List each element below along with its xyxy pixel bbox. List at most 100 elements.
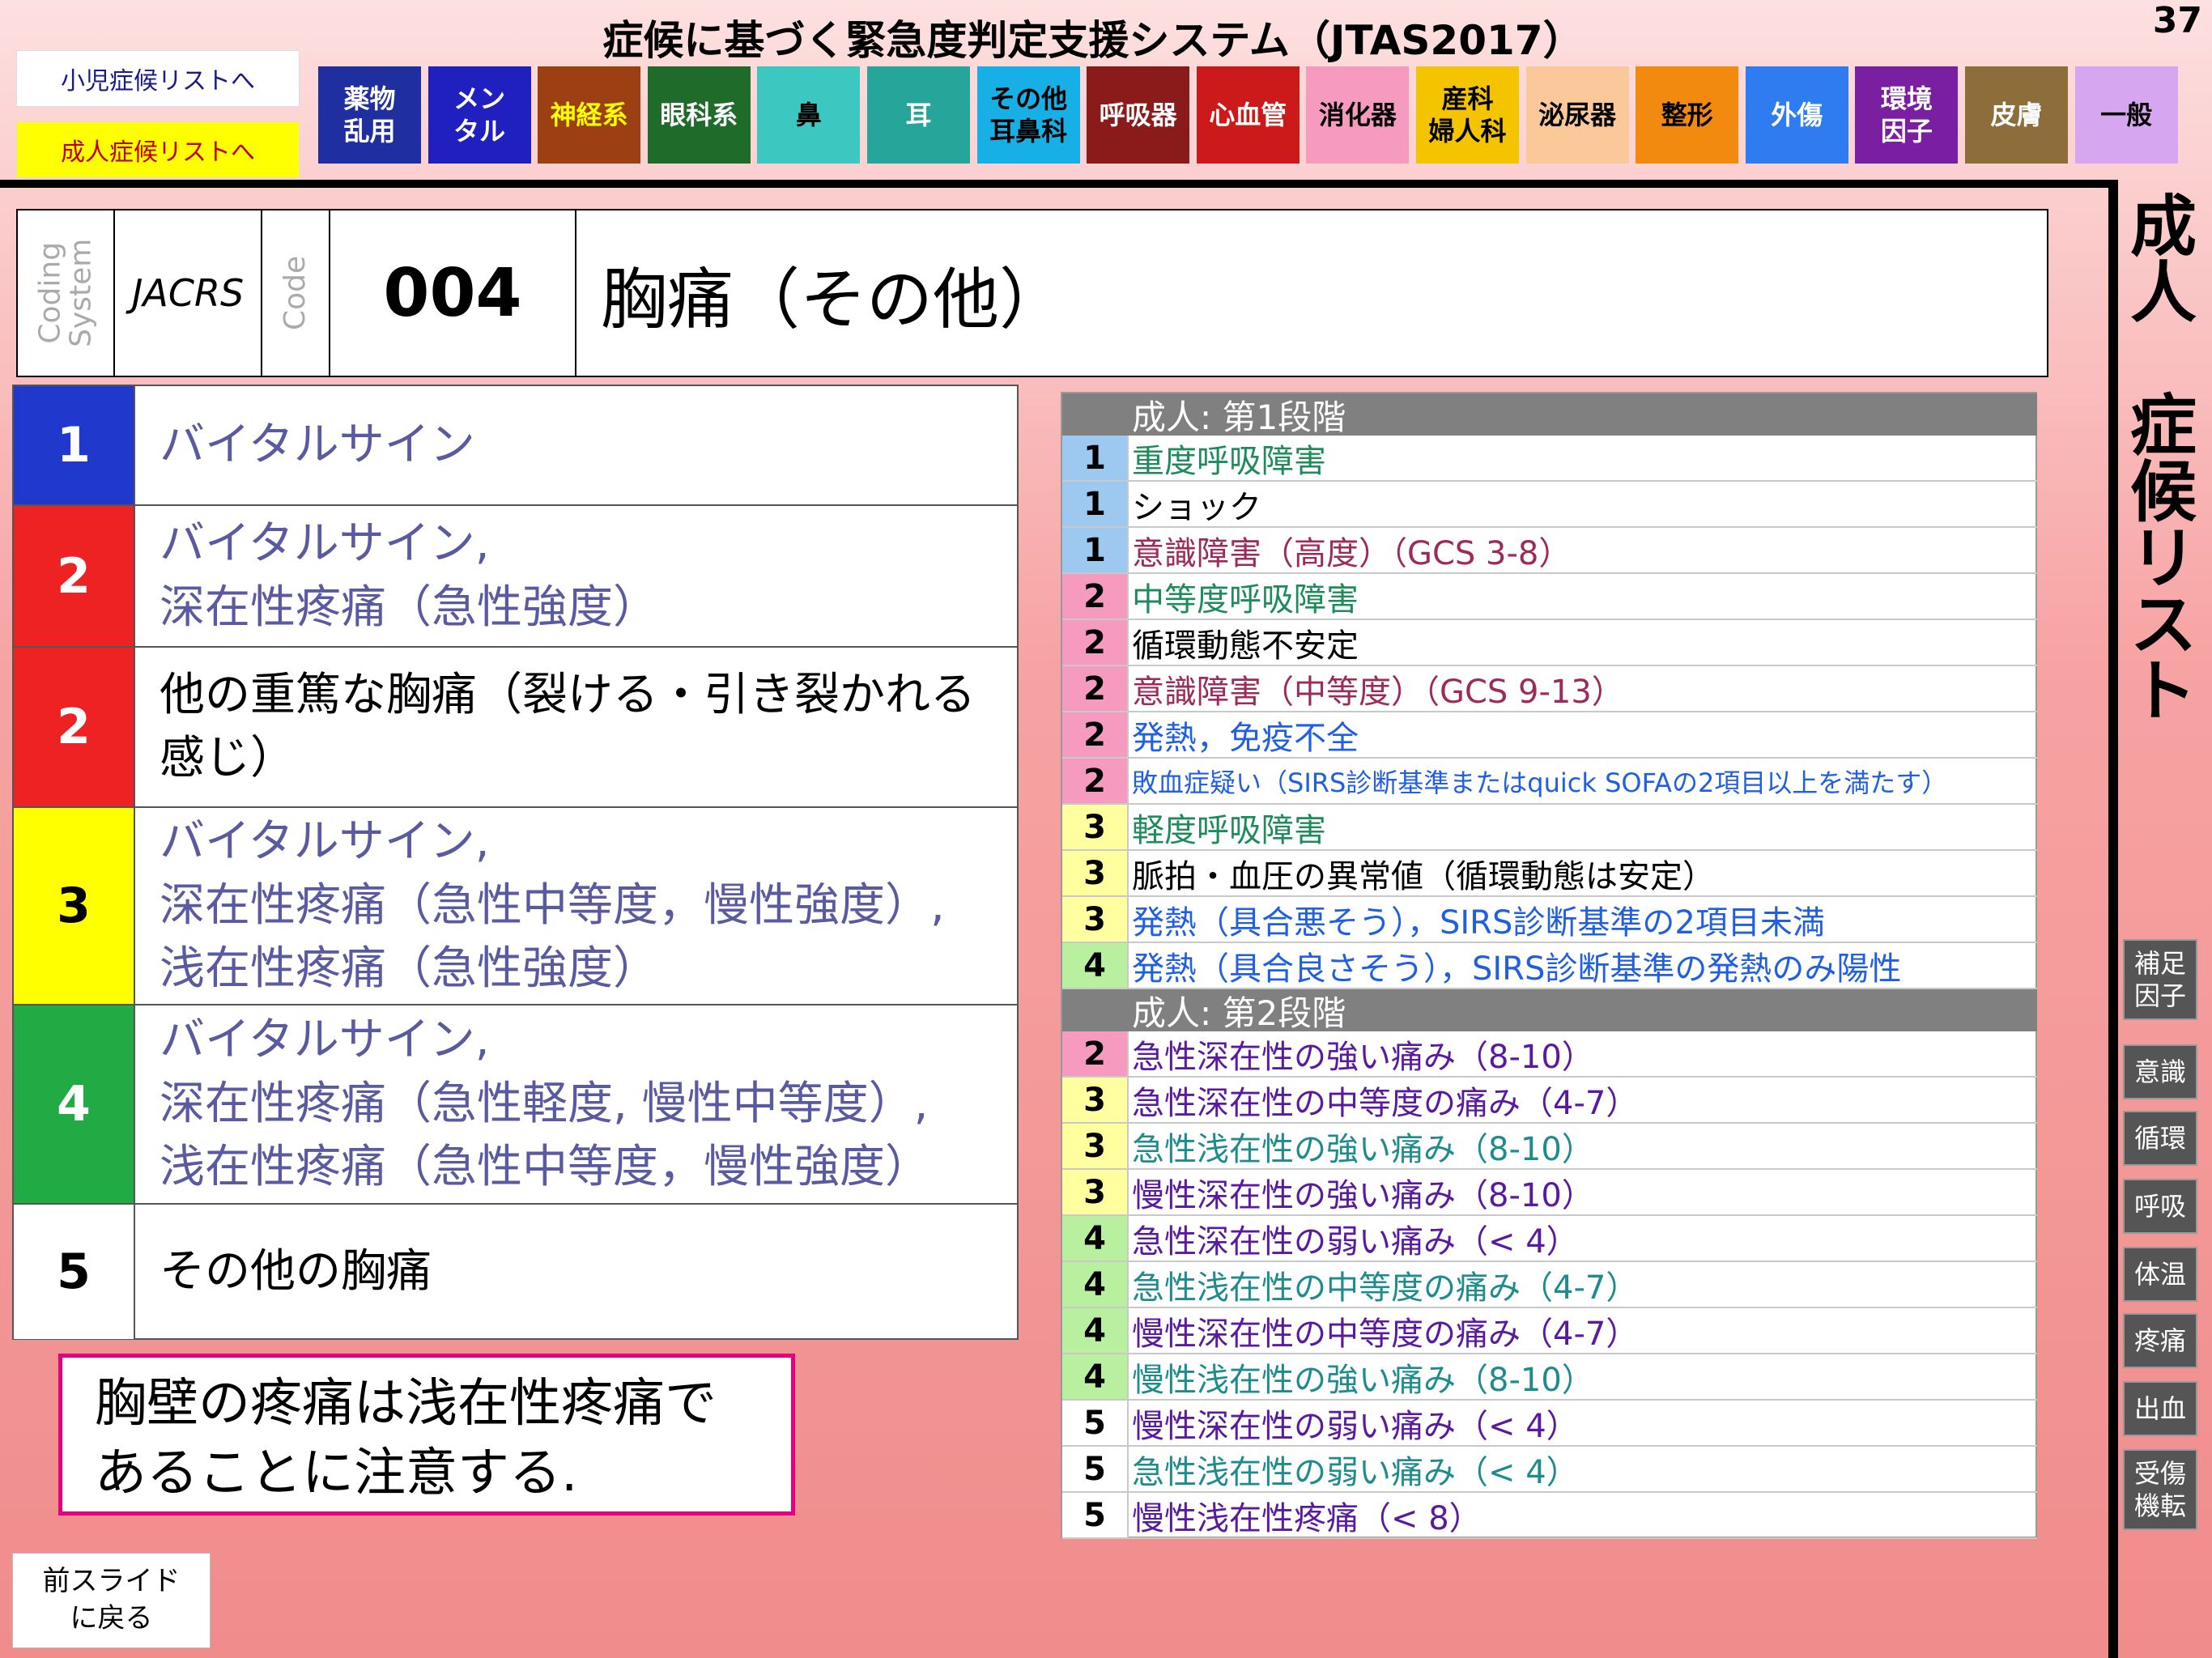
criteria-level: 4 [1062, 1216, 1129, 1261]
side-nav-button[interactable]: 出血 [2123, 1381, 2197, 1436]
modifier-criteria-table: 成人: 第1段階 1 重度呼吸障害 1 ショック 1 意識障害（高度）（GCS 3-8） 2 中… [1061, 392, 2037, 1539]
category-button[interactable]: 環境 因子 [1855, 66, 1959, 164]
category-button[interactable]: 薬物 乱用 [318, 66, 421, 164]
triage-level-description: 他の重篤な胸痛（裂ける・引き裂かれる 感じ） [160, 648, 1002, 806]
criteria-level: 2 [1062, 574, 1129, 619]
category-label: 耳 [905, 99, 931, 131]
category-label-line: 耳 [905, 100, 932, 130]
category-button[interactable]: その他 耳鼻科 [976, 66, 1080, 164]
category-label-line: 環境 [1880, 83, 1933, 114]
criteria-text: 慢性浅在性疼痛（< 8） [1132, 1499, 1482, 1537]
side-title-char [2123, 327, 2204, 393]
side-nav-button[interactable]: 呼吸 [2123, 1179, 2197, 1234]
category-button[interactable]: 鼻 [757, 66, 861, 164]
description-line: 深在性疼痛（急性軽度, 慢性中等度）, [160, 1077, 929, 1130]
criteria-row[interactable]: 2 中等度呼吸障害 [1062, 574, 2037, 620]
criteria-row[interactable]: 2 急性深在性の強い痛み（8-10） [1062, 1031, 2037, 1078]
side-nav-button[interactable]: 体温 [2123, 1247, 2197, 1302]
note-line: あることに注意する. [95, 1443, 578, 1504]
category-button[interactable]: 産科 婦人科 [1416, 66, 1519, 164]
previous-slide-button[interactable]: 前スライド に戻る [12, 1553, 211, 1648]
category-button[interactable]: 皮膚 [1965, 66, 2068, 164]
criteria-row[interactable]: 5 慢性浅在性疼痛（< 8） [1062, 1493, 2037, 1539]
side-nav-label-line: 呼吸 [2133, 1191, 2186, 1222]
app-title: 症候に基づく緊急度判定支援システム（JTAS2017） [602, 17, 1584, 64]
category-label-line: その他 [989, 83, 1068, 114]
child-symptom-list-link[interactable]: 小児症候リストへ [16, 50, 300, 107]
category-button[interactable]: 眼科系 [647, 66, 751, 164]
criteria-text: 発熱（具合良さそう），SIRS診断基準の発熱のみ陽性 [1132, 950, 1902, 988]
adult-symptom-list-link[interactable]: 成人症候リストへ [16, 121, 300, 178]
criteria-row[interactable]: 4 慢性深在性の中等度の痛み（4-7） [1062, 1308, 2037, 1354]
criteria-row[interactable]: 3 軽度呼吸障害 [1062, 805, 2037, 851]
triage-level-number: 1 [14, 386, 135, 504]
category-label-line: 整形 [1661, 100, 1713, 130]
criteria-text: 急性浅在性の弱い痛み（< 4） [1132, 1453, 1579, 1491]
criteria-row[interactable]: 5 慢性深在性の弱い痛み（< 4） [1062, 1401, 2037, 1447]
criteria-level: 3 [1062, 851, 1129, 895]
category-button[interactable]: 神経系 [538, 66, 641, 164]
category-button[interactable]: 一般 [2074, 66, 2178, 164]
side-nav-button[interactable]: 意識 [2123, 1044, 2197, 1099]
side-nav-button[interactable]: 受傷 機転 [2123, 1449, 2197, 1530]
category-button[interactable]: 外傷 [1745, 66, 1848, 164]
category-label-line: 呼吸器 [1099, 100, 1177, 130]
criteria-row[interactable]: 4 慢性浅在性の強い痛み（8-10） [1062, 1354, 2037, 1401]
category-button[interactable]: 呼吸器 [1087, 66, 1190, 164]
criteria-level: 1 [1062, 436, 1129, 480]
category-label: 呼吸器 [1100, 99, 1177, 131]
category-button[interactable]: 整形 [1636, 66, 1739, 164]
description-line: 深在性疼痛（急性強度） [160, 580, 658, 634]
category-button[interactable]: 泌尿器 [1525, 66, 1629, 164]
category-button[interactable]: メン タル [428, 66, 531, 164]
side-nav-button[interactable]: 疼痛 [2123, 1313, 2197, 1368]
criteria-row[interactable]: 1 重度呼吸障害 [1062, 436, 2037, 482]
description-line: 感じ） [160, 732, 296, 784]
criteria-text: 発熱（具合悪そう），SIRS診断基準の2項目未満 [1132, 903, 1825, 942]
side-nav-label-line: 受傷 [2133, 1458, 2186, 1489]
side-nav-label: 体温 [2134, 1258, 2186, 1290]
criteria-text: 急性浅在性の中等度の痛み（4-7） [1132, 1269, 1639, 1307]
criteria-row[interactable]: 1 意識障害（高度）（GCS 3-8） [1062, 528, 2037, 574]
category-label-line: 耳鼻科 [989, 116, 1068, 147]
back-label: 前スライド [42, 1565, 181, 1598]
criteria-row[interactable]: 4 発熱（具合良さそう），SIRS診断基準の発熱のみ陽性 [1062, 943, 2037, 989]
criteria-level: 5 [1062, 1493, 1129, 1537]
category-button[interactable]: 消化器 [1306, 66, 1410, 164]
category-label-line: 泌尿器 [1538, 100, 1617, 130]
criteria-row[interactable]: 2 発熱，免疫不全 [1062, 712, 2037, 759]
category-button[interactable]: 心血管 [1196, 66, 1300, 164]
category-button[interactable]: 耳 [867, 66, 970, 164]
side-nav-button[interactable]: 補足 因子 [2123, 939, 2197, 1020]
criteria-row[interactable]: 5 急性浅在性の弱い痛み（< 4） [1062, 1447, 2037, 1493]
criteria-row[interactable]: 3 慢性深在性の強い痛み（8-10） [1062, 1170, 2037, 1216]
side-nav-button[interactable]: 循環 [2123, 1111, 2197, 1166]
triage-level-number: 3 [14, 808, 135, 1004]
criteria-row[interactable]: 4 急性浅在性の中等度の痛み（4-7） [1062, 1262, 2037, 1308]
criteria-row[interactable]: 2 敗血症疑い（SIRS診断基準またはquick SOFAの2項目以上を満たす） [1062, 759, 2037, 805]
criteria-level: 2 [1062, 666, 1129, 711]
triage-level-row: 3 バイタルサイン, 深在性疼痛（急性中等度，慢性強度）, 浅在性疼痛（急性強度） [14, 808, 1018, 1005]
criteria-row[interactable]: 3 発熱（具合悪そう），SIRS診断基準の2項目未満 [1062, 897, 2037, 943]
category-label: その他 耳鼻科 [989, 83, 1067, 147]
criteria-row[interactable]: 3 脈拍・血圧の異常値（循環動態は安定） [1062, 851, 2037, 897]
criteria-row[interactable]: 2 意識障害（中等度）（GCS 9-13） [1062, 666, 2037, 712]
triage-level-row: 5 その他の胸痛 [14, 1205, 1018, 1339]
note-line: 胸壁の疼痛は浅在性疼痛で [95, 1374, 717, 1434]
side-nav-label: 補足 因子 [2134, 947, 2186, 1012]
category-label-line: 心血管 [1209, 100, 1287, 130]
description-line: その他の胸痛 [160, 1244, 432, 1298]
criteria-row[interactable]: 4 急性深在性の弱い痛み（< 4） [1062, 1216, 2037, 1262]
category-label-line: 消化器 [1318, 100, 1397, 130]
triage-level-number: 5 [14, 1205, 135, 1339]
side-title-char: ス [2129, 587, 2197, 664]
description-line: バイタルサイン, [160, 1014, 490, 1067]
criteria-row[interactable]: 3 急性浅在性の強い痛み（8-10） [1062, 1124, 2037, 1170]
side-nav-label: 意識 [2134, 1056, 2186, 1088]
criteria-row[interactable]: 1 ショック [1062, 482, 2037, 528]
criteria-text: 重度呼吸障害 [1132, 442, 1326, 480]
side-title-char: 成 [2129, 189, 2197, 266]
divider [0, 180, 2115, 188]
criteria-row[interactable]: 2 循環動態不安定 [1062, 620, 2037, 666]
criteria-row[interactable]: 3 急性深在性の中等度の痛み（4-7） [1062, 1078, 2037, 1124]
